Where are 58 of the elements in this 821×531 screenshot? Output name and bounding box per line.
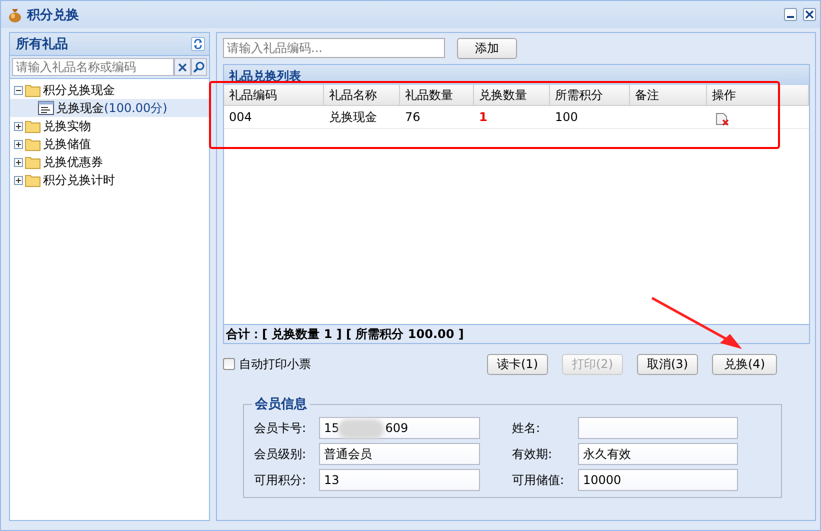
search-button[interactable] bbox=[190, 58, 208, 76]
collapse-icon[interactable] bbox=[14, 86, 23, 94]
folder-icon bbox=[25, 156, 41, 168]
money-bag-icon bbox=[7, 6, 23, 22]
table-cell-text: 1 bbox=[478, 109, 488, 126]
input-field[interactable]: 15 609 bbox=[319, 417, 480, 439]
table-cell-text: 004 bbox=[228, 109, 253, 126]
column-header[interactable]: 操作 bbox=[707, 85, 809, 105]
tree-item[interactable]: 积分兑换计时 bbox=[10, 171, 209, 189]
table-cell-text: 100 bbox=[554, 109, 579, 126]
column-header[interactable]: 礼品编码 bbox=[224, 85, 324, 105]
column-header[interactable]: 礼品数量 bbox=[400, 85, 474, 105]
tree-item[interactable]: 兑换现金(100.00分) bbox=[10, 99, 209, 117]
window-title: 积分兑换 bbox=[27, 6, 80, 24]
action-button[interactable]: 兑换(4) bbox=[712, 354, 777, 374]
expand-icon[interactable] bbox=[14, 140, 23, 148]
summary-text: 合计：[ 兑换数量 1 ] [ 所需积分 100.00 ] bbox=[226, 327, 464, 341]
tree-item[interactable]: 兑换优惠券 bbox=[10, 153, 209, 171]
table-cell-text: 兑换现金 bbox=[328, 109, 378, 126]
checkbox-label[interactable]: 自动打印小票 bbox=[239, 356, 311, 372]
group-title: 会员信息 bbox=[252, 395, 310, 413]
input-field[interactable] bbox=[578, 417, 738, 439]
input-field[interactable]: 10000 bbox=[578, 469, 738, 491]
add-button[interactable]: 添加 bbox=[457, 38, 517, 58]
field-label: 有效期: bbox=[512, 446, 554, 462]
tree-item[interactable]: 兑换储值 bbox=[10, 135, 209, 153]
column-header[interactable]: 兑换数量 bbox=[474, 85, 550, 105]
clear-icon[interactable] bbox=[178, 62, 187, 72]
tree-item[interactable]: 积分兑换现金 bbox=[10, 81, 209, 99]
column-header[interactable]: 备注 bbox=[630, 85, 707, 105]
column-header[interactable]: 所需积分 bbox=[550, 85, 630, 105]
input-field[interactable]: 永久有效 bbox=[578, 443, 738, 465]
search-field[interactable]: 请输入礼品名称或编码 bbox=[12, 58, 174, 76]
code-input[interactable]: 请输入礼品编码... bbox=[223, 38, 445, 58]
field-label: 会员卡号: bbox=[254, 420, 308, 436]
tree-item[interactable]: 兑换实物 bbox=[10, 117, 209, 135]
folder-icon bbox=[25, 174, 41, 186]
checkbox[interactable] bbox=[223, 358, 235, 370]
folder-icon bbox=[25, 138, 41, 150]
expand-icon[interactable] bbox=[14, 122, 23, 130]
column-header[interactable]: 礼品名称 bbox=[324, 85, 400, 105]
input-field[interactable]: 普通会员 bbox=[319, 443, 480, 465]
folder-icon bbox=[25, 120, 41, 132]
action-button[interactable]: 取消(3) bbox=[637, 354, 698, 374]
list-icon bbox=[38, 101, 54, 115]
field-label: 会员级别: bbox=[254, 446, 308, 462]
field-label: 可用储值: bbox=[512, 472, 566, 488]
clear-button[interactable] bbox=[174, 58, 191, 76]
input-field[interactable]: 13 bbox=[319, 469, 480, 491]
expand-icon[interactable] bbox=[14, 176, 23, 184]
action-button[interactable]: 读卡(1) bbox=[487, 354, 548, 374]
expand-icon[interactable] bbox=[14, 158, 23, 166]
field-label: 姓名: bbox=[512, 420, 542, 436]
panel-title: 所有礼品 bbox=[16, 36, 68, 53]
search-icon[interactable] bbox=[192, 61, 205, 73]
field-label: 可用积分: bbox=[254, 472, 308, 488]
folder-icon bbox=[25, 84, 41, 96]
table-cell-text: 76 bbox=[404, 109, 422, 126]
